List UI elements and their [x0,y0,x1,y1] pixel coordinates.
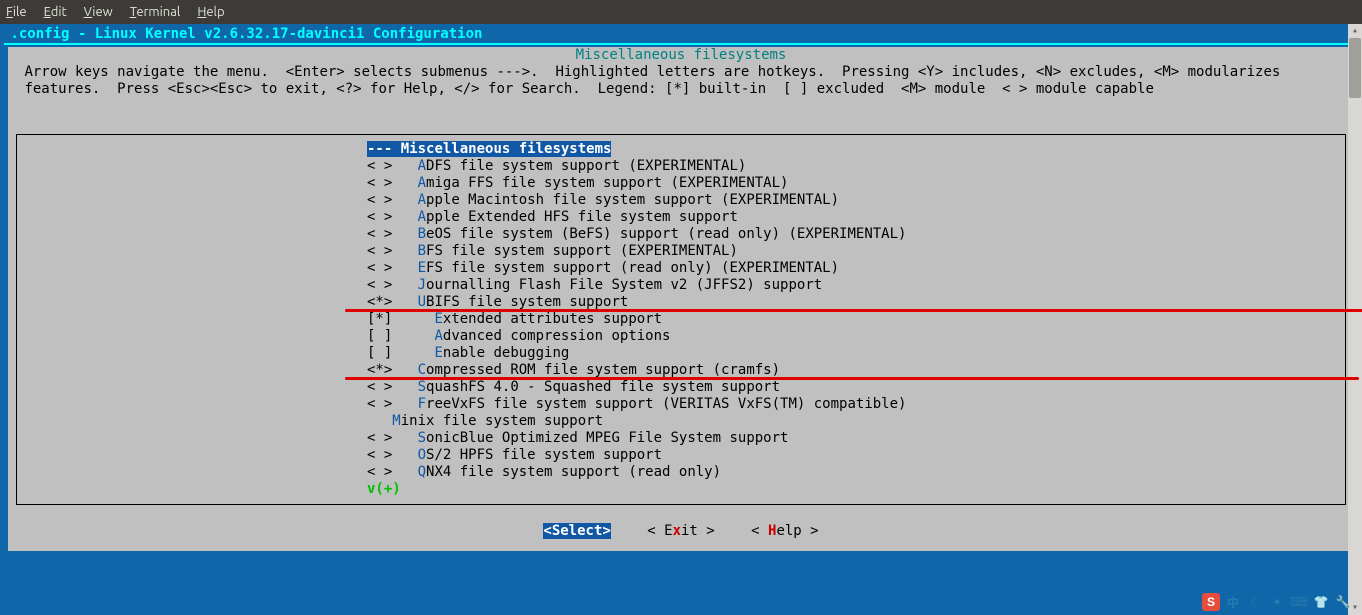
option-row[interactable]: < > Apple Extended HFS file system suppo… [367,209,1341,226]
menu-edit[interactable]: Edit [44,5,67,19]
option-row[interactable]: [*] Extended attributes support [367,311,1341,328]
wrench-icon[interactable]: 🔧 [1334,593,1352,611]
exit-button[interactable]: < Exit > [647,523,714,539]
keyboard-icon[interactable]: ⌨ [1290,593,1308,611]
option-row[interactable]: < > OS/2 HPFS file system support [367,447,1341,464]
menu-help[interactable]: Help [197,5,224,19]
option-row[interactable]: < > SonicBlue Optimized MPEG File System… [367,430,1341,447]
menu-view[interactable]: View [84,5,113,19]
title-rule [4,43,1358,45]
menu-terminal[interactable]: Terminal [130,5,181,19]
option-row[interactable]: < > BeOS file system (BeFS) support (rea… [367,226,1341,243]
option-row[interactable]: < > EFS file system support (read only) … [367,260,1341,277]
moon-icon[interactable]: ☾ [1246,593,1264,611]
help-text: Arrow keys navigate the menu. <Enter> se… [8,64,1354,98]
more-indicator: v(+) [367,481,1341,498]
scroll-thumb[interactable] [1349,38,1361,98]
terminal: .config - Linux Kernel v2.6.32.17-davinc… [0,24,1362,615]
scrollbar[interactable]: ▴ ▾ [1348,24,1362,615]
option-row[interactable]: < > Apple Macintosh file system support … [367,192,1341,209]
person-icon[interactable]: 👕 [1312,593,1330,611]
ime-icon[interactable]: S [1202,593,1220,611]
option-row[interactable]: [ ] Enable debugging [367,345,1341,362]
option-row[interactable]: < > FreeVxFS file system support (VERITA… [367,396,1341,413]
option-row[interactable]: [ ] Advanced compression options [367,328,1341,345]
menubar: File Edit View Terminal Help [0,0,1362,24]
option-list[interactable]: --- Miscellaneous filesystems< > ADFS fi… [16,134,1346,505]
menu-file[interactable]: File [6,5,27,19]
menuconfig-panel: Miscellaneous filesystems Arrow keys nav… [8,47,1354,551]
section-title: Miscellaneous filesystems [8,47,1354,64]
option-row[interactable]: Minix file system support [367,413,1341,430]
lang-icon[interactable]: 中 [1224,593,1242,611]
annotation-underline-1 [345,309,1362,312]
scroll-up-icon[interactable]: ▴ [1348,24,1362,38]
option-row[interactable]: < > QNX4 file system support (read only) [367,464,1341,481]
list-header[interactable]: --- Miscellaneous filesystems [367,141,1341,158]
option-row[interactable]: < > SquashFS 4.0 - Squashed file system … [367,379,1341,396]
option-row[interactable]: < > BFS file system support (EXPERIMENTA… [367,243,1341,260]
select-button[interactable]: <Select> [543,523,610,539]
config-title: .config - Linux Kernel v2.6.32.17-davinc… [2,26,1360,43]
system-tray: S 中 ☾ ✦ ⌨ 👕 🔧 [1202,593,1352,611]
sparkle-icon[interactable]: ✦ [1268,593,1286,611]
option-row[interactable]: < > ADFS file system support (EXPERIMENT… [367,158,1341,175]
annotation-underline-2 [345,377,1359,380]
help-button[interactable]: < Help > [751,523,818,539]
option-row[interactable]: < > Amiga FFS file system support (EXPER… [367,175,1341,192]
option-row[interactable]: < > Journalling Flash File System v2 (JF… [367,277,1341,294]
button-row: <Select> < Exit > < Help > [8,513,1354,551]
